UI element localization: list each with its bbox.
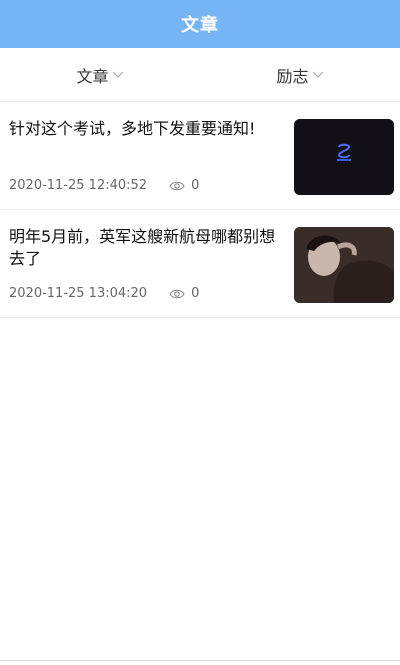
filter-category-label: 文章 bbox=[76, 66, 109, 86]
article-views: 0 bbox=[191, 286, 200, 301]
filter-tag-label: 励志 bbox=[276, 66, 309, 86]
article-item[interactable]: 针对这个考试，多地下发重要通知! 2020-11-25 12:40:52 0 bbox=[0, 102, 400, 210]
eye-icon bbox=[169, 288, 185, 300]
article-title: 明年5月前，英军这艘新航母哪都别想去了 bbox=[9, 227, 276, 268]
bottom-divider bbox=[0, 660, 400, 661]
article-views: 0 bbox=[191, 178, 200, 193]
filter-category[interactable]: 文章 bbox=[0, 48, 200, 101]
article-title: 针对这个考试，多地下发重要通知! bbox=[9, 119, 256, 138]
page-title: 文章 bbox=[181, 15, 219, 36]
chevron-down-icon bbox=[112, 70, 124, 80]
app-header: 文章 bbox=[0, 0, 400, 48]
article-meta: 2020-11-25 13:04:20 0 bbox=[9, 286, 199, 301]
filter-bar: 文章 励志 bbox=[0, 48, 400, 102]
article-item[interactable]: 明年5月前，英军这艘新航母哪都别想去了 2020-11-25 13:04:20 … bbox=[0, 210, 400, 318]
article-date: 2020-11-25 12:40:52 bbox=[9, 178, 148, 193]
article-thumbnail bbox=[294, 119, 394, 195]
article-thumbnail bbox=[294, 227, 394, 303]
filter-tag[interactable]: 励志 bbox=[200, 48, 400, 101]
article-date: 2020-11-25 13:04:20 bbox=[9, 286, 148, 301]
eye-icon bbox=[169, 180, 185, 192]
chevron-down-icon bbox=[312, 70, 324, 80]
article-meta: 2020-11-25 12:40:52 0 bbox=[9, 178, 199, 193]
